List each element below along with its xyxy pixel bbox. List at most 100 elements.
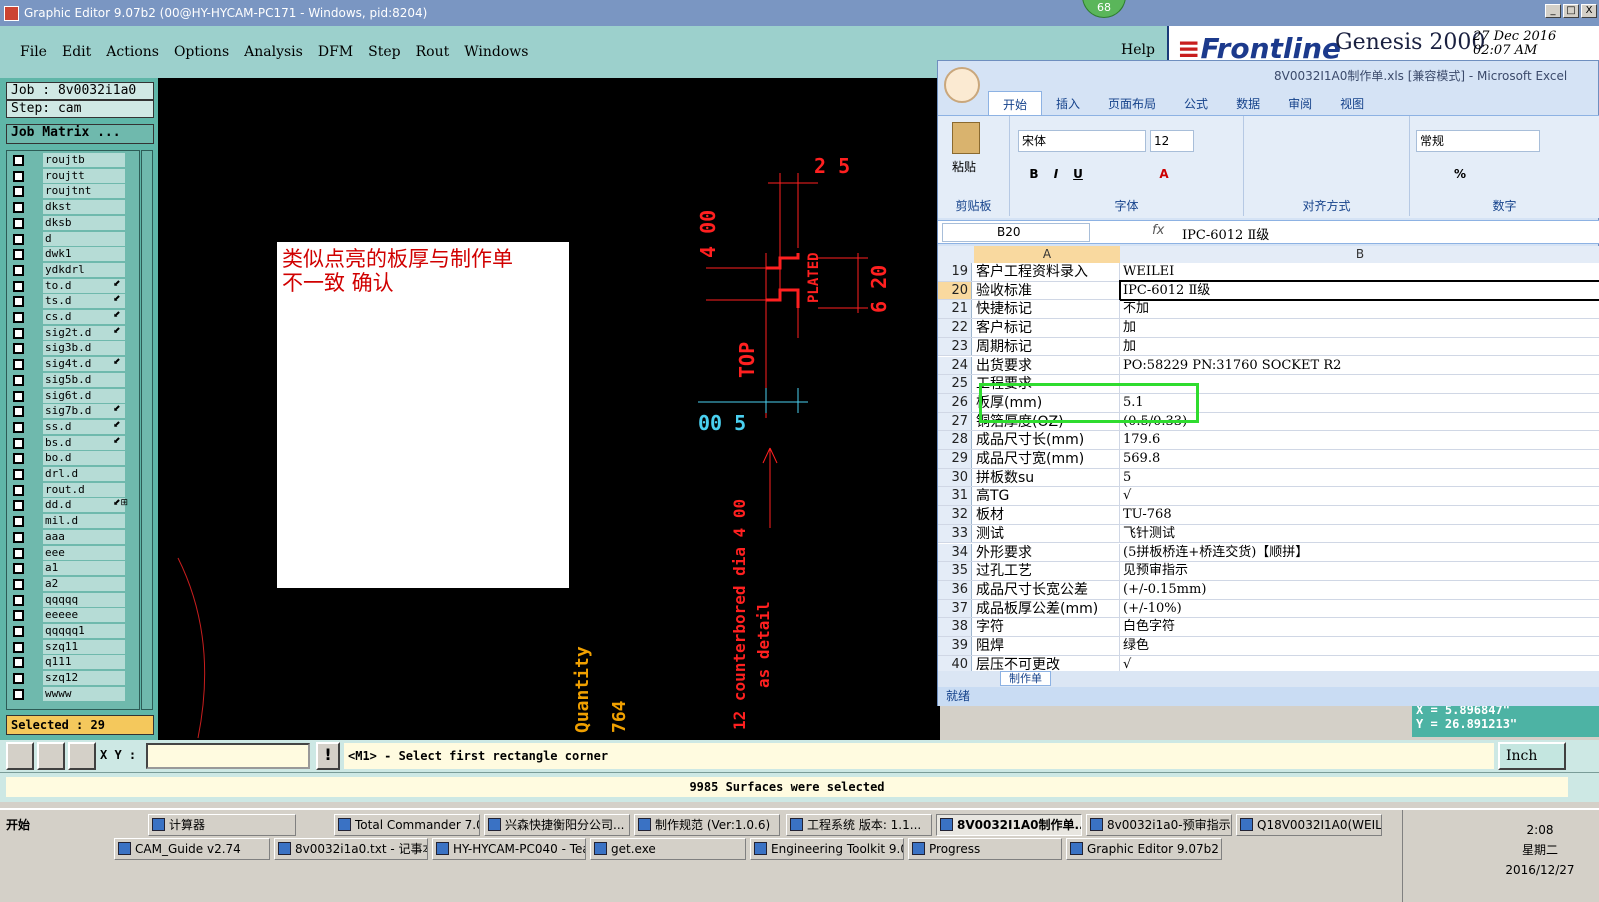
layer-row[interactable]: qqqqq1 [7,624,139,639]
layer-checkbox[interactable] [13,673,24,685]
layer-checkbox[interactable] [13,641,24,653]
row-number[interactable]: 25 [938,375,972,393]
menu-dfm[interactable]: DFM [318,44,353,60]
layer-checkbox[interactable] [13,594,24,606]
cell-b[interactable]: 不加 [1121,300,1599,318]
layer-row[interactable]: to.d ⬋ [7,278,139,294]
layer-checkbox[interactable] [13,312,24,323]
layer-checkbox[interactable] [13,453,24,465]
cell-a[interactable]: 客户标记 [974,319,1120,337]
layer-checkbox[interactable] [13,296,24,308]
layer-checkbox[interactable] [13,547,24,559]
cell-a[interactable]: 成品尺寸长(mm) [974,431,1120,449]
layer-name[interactable]: roujtb [43,153,125,167]
taskbar-item[interactable]: 制作规范 (Ver:1.0.6) [634,814,780,836]
zoom-icon[interactable] [6,742,34,770]
cell-a[interactable]: 测试 [974,524,1120,543]
grid-icon[interactable] [68,742,96,770]
start-button[interactable]: 开始 [2,814,50,836]
table-row[interactable]: 19 客户工程资料录入 WEILEI [938,263,1599,282]
layer-row[interactable]: sig5b.d [7,372,139,388]
layer-name[interactable]: ydkdrl [43,262,125,277]
table-row[interactable]: 35 过孔工艺 见预审指示 [938,562,1599,581]
row-number[interactable]: 30 [938,468,972,487]
layer-row[interactable]: qqqqq [7,592,139,608]
menu-rout[interactable]: Rout [416,44,450,60]
layer-checkbox[interactable] [13,186,24,198]
layer-row[interactable]: ts.d ⬋ [7,294,139,309]
cell-b[interactable]: TU-768 [1121,506,1599,524]
row-number[interactable]: 21 [938,300,972,319]
cell-b[interactable]: 白色字符 [1121,618,1599,636]
menu-edit[interactable]: Edit [62,44,91,60]
cell-b[interactable]: 加 [1121,338,1599,356]
table-row[interactable]: 28 成品尺寸长(mm) 179.6 [938,431,1599,450]
taskbar-item[interactable]: Engineering Toolkit 9.07... [750,838,904,860]
layer-name[interactable]: qqqqq1 [43,624,125,638]
row-number[interactable]: 39 [938,637,972,655]
clock[interactable]: 2:08 星期二 2016/12/27 [1490,820,1590,880]
taskbar-item[interactable]: Total Commander 7.0 p... [334,814,480,836]
layer-row[interactable]: szq12 [7,671,139,686]
menu-actions[interactable]: Actions [106,44,159,60]
menu-step[interactable]: Step [368,44,400,60]
layer-name[interactable]: a2 [43,576,125,591]
layer-name[interactable]: bo.d [43,451,125,466]
layer-checkbox[interactable] [13,437,24,449]
paste-label[interactable]: 粘贴 [952,158,976,175]
layer-row[interactable]: sig2t.d ⬋ [7,325,139,341]
layer-checkbox[interactable] [13,688,24,700]
taskbar-item[interactable]: Progress [908,838,1062,860]
info-icon[interactable]: ! [316,742,340,770]
cell-a[interactable]: 客户工程资料录入 [974,263,1120,281]
layer-name[interactable]: mil.d [43,514,125,529]
layer-checkbox[interactable] [13,516,24,528]
layer-checkbox[interactable] [13,563,24,575]
taskbar-item[interactable]: HY-HYCAM-PC040 - Tea... [432,838,586,860]
row-number[interactable]: 23 [938,337,972,356]
layer-name[interactable]: eeeee [43,608,125,623]
layer-name[interactable]: a1 [43,561,125,576]
table-row[interactable]: 29 成品尺寸宽(mm) 569.8 [938,450,1599,469]
cell-b[interactable]: 5 [1121,469,1599,487]
tab-page-layout[interactable]: 页面布局 [1094,91,1170,115]
layer-row[interactable]: roujtnt [7,184,139,199]
table-row[interactable]: 40 层压不可更改 √ [938,655,1599,671]
paste-icon[interactable] [952,122,980,154]
table-row[interactable]: 32 板材 TU-768 [938,506,1599,525]
table-row[interactable]: 21 快捷标记 不加 [938,300,1599,320]
number-format-select[interactable]: 常规 [1416,130,1540,152]
tab-home[interactable]: 开始 [988,91,1043,115]
layer-checkbox[interactable] [13,578,24,590]
tab-insert[interactable]: 插入 [1042,91,1094,115]
layer-name[interactable]: dksb [43,215,125,230]
font-name-select[interactable]: 宋体 [1018,130,1146,152]
row-number[interactable]: 37 [938,599,972,618]
table-row[interactable]: 31 高TG √ [938,487,1599,507]
tab-data[interactable]: 数据 [1222,91,1274,115]
italic-button[interactable]: I [1046,164,1066,184]
layer-name[interactable]: dkst [43,200,125,215]
cell-a[interactable]: 快捷标记 [974,300,1120,319]
row-number[interactable]: 36 [938,580,972,599]
cell-a[interactable]: 成品板厚公差(mm) [974,599,1120,618]
cell-b[interactable]: 见预审指示 [1121,562,1599,580]
layer-checkbox[interactable] [13,421,24,433]
cell-b[interactable]: PO:58229 PN:31760 SOCKET R2 [1121,357,1599,375]
formula-input[interactable]: IPC-6012 Ⅱ级 [1182,224,1269,243]
layer-scrollbar[interactable] [141,150,153,710]
layer-row[interactable]: a1 [7,561,139,576]
cell-b[interactable]: √ [1121,487,1599,505]
job-matrix-button[interactable]: Job Matrix ... [6,124,154,144]
layer-checkbox[interactable] [13,359,24,371]
menu-analysis[interactable]: Analysis [244,44,303,60]
font-color-icon[interactable]: A [1154,164,1174,184]
column-a-header[interactable]: A [974,246,1120,263]
sheet-grid[interactable]: 19 客户工程资料录入 WEILEI 20 验收标准 IPC-6012 Ⅱ级 21 快捷标记不… [938,263,1599,671]
measure-icon[interactable] [37,742,65,770]
cell-b[interactable]: 569.8 [1121,450,1599,468]
row-number[interactable]: 31 [938,487,972,506]
layer-name[interactable]: qqqqq [43,592,125,607]
layer-name[interactable]: sig6t.d [43,388,125,403]
sheet-tab[interactable]: 制作单 [1000,671,1051,686]
